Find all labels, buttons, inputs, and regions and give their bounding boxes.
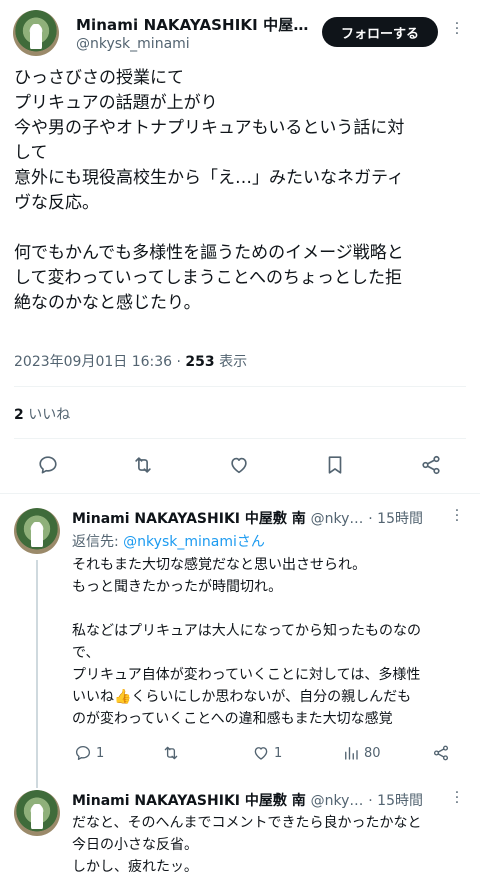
share-icon [422,455,440,475]
reply-author[interactable]: Minami NAKAYASHIKI 中屋敷 南 @nky… · 15時間 [72,508,423,528]
share-button[interactable] [420,454,444,480]
reply-views-button[interactable]: 80 [342,744,381,762]
likes-count: 2 [14,407,24,423]
like-count: 1 [274,745,283,761]
view-count: 80 [364,745,381,761]
reply-author[interactable]: Minami NAKAYASHIKI 中屋敷 南 @nky… · 15時間 [72,790,423,810]
reply-author-name: Minami NAKAYASHIKI 中屋敷 南 [72,511,306,527]
bookmark-icon [328,456,342,474]
reply-icon [75,745,91,760]
heart-icon [231,457,247,474]
views-chart-icon [345,747,358,760]
share-icon [433,745,449,761]
retweet-icon [135,457,151,473]
reply-count: 1 [96,745,105,761]
divider [14,386,466,387]
reply-time[interactable]: · 15時間 [368,793,423,809]
author-handle[interactable]: @nkysk_minami [76,36,190,52]
reply-handle: @nky… [310,793,364,809]
author-avatar[interactable] [13,10,59,56]
reply-to-line: 返信先: @nkysk_minamiさん [72,531,265,551]
like-button[interactable] [228,454,252,480]
follow-button[interactable]: フォローする [322,17,438,47]
reply-to-handle[interactable]: @nkysk_minamiさん [123,534,265,550]
likes-label: いいね [28,407,71,423]
reply-handle: @nky… [310,511,364,527]
reply-button[interactable] [37,454,61,480]
divider [14,438,466,439]
divider [0,493,480,494]
bookmark-button[interactable] [324,454,348,480]
reply-avatar[interactable] [14,508,60,554]
more-dots-icon[interactable]: · · · [452,504,462,528]
post-timestamp[interactable]: 2023年09月01日 16:36 [14,354,172,370]
reply-to-label: 返信先: [72,534,119,550]
reply-text: それもまた大切な感覚だなと思い出させられ。 もっと聞きたかったが時間切れ。 私な… [72,557,422,727]
reply-time[interactable]: · 15時間 [368,511,423,527]
reply-retweet-button[interactable] [162,744,184,762]
more-dots-icon[interactable]: · · · [452,17,462,41]
heart-icon [254,747,268,760]
reply-author-name: Minami NAKAYASHIKI 中屋敷 南 [72,793,306,809]
views-count: 253 [185,354,215,370]
views-label: 表示 [219,354,248,370]
reply-reply-button[interactable]: 1 [74,744,104,762]
reply-like-button[interactable]: 1 [252,744,282,762]
meta-separator: · [176,354,181,370]
post-text: ひっさびさの授業にて プリキュアの話題が上がり 今や男の子やオトナプリキュアもい… [14,68,405,313]
thread-line [36,560,38,788]
likes-summary[interactable]: 2 いいね [14,404,70,424]
more-dots-icon[interactable]: · · · [452,786,462,810]
post-meta: 2023年09月01日 16:36 · 253 表示 [14,351,247,371]
retweet-icon [164,746,178,760]
retweet-button[interactable] [132,454,156,480]
author-name[interactable]: Minami NAKAYASHIKI 中屋… [76,14,308,35]
reply-text: だなと、そのへんまでコメントできたら良かったかなと 今日の小さな反省。 しかし、… [72,815,422,875]
reply-icon [39,456,57,474]
reply-avatar[interactable] [14,790,60,836]
reply-share-button[interactable] [432,744,454,762]
